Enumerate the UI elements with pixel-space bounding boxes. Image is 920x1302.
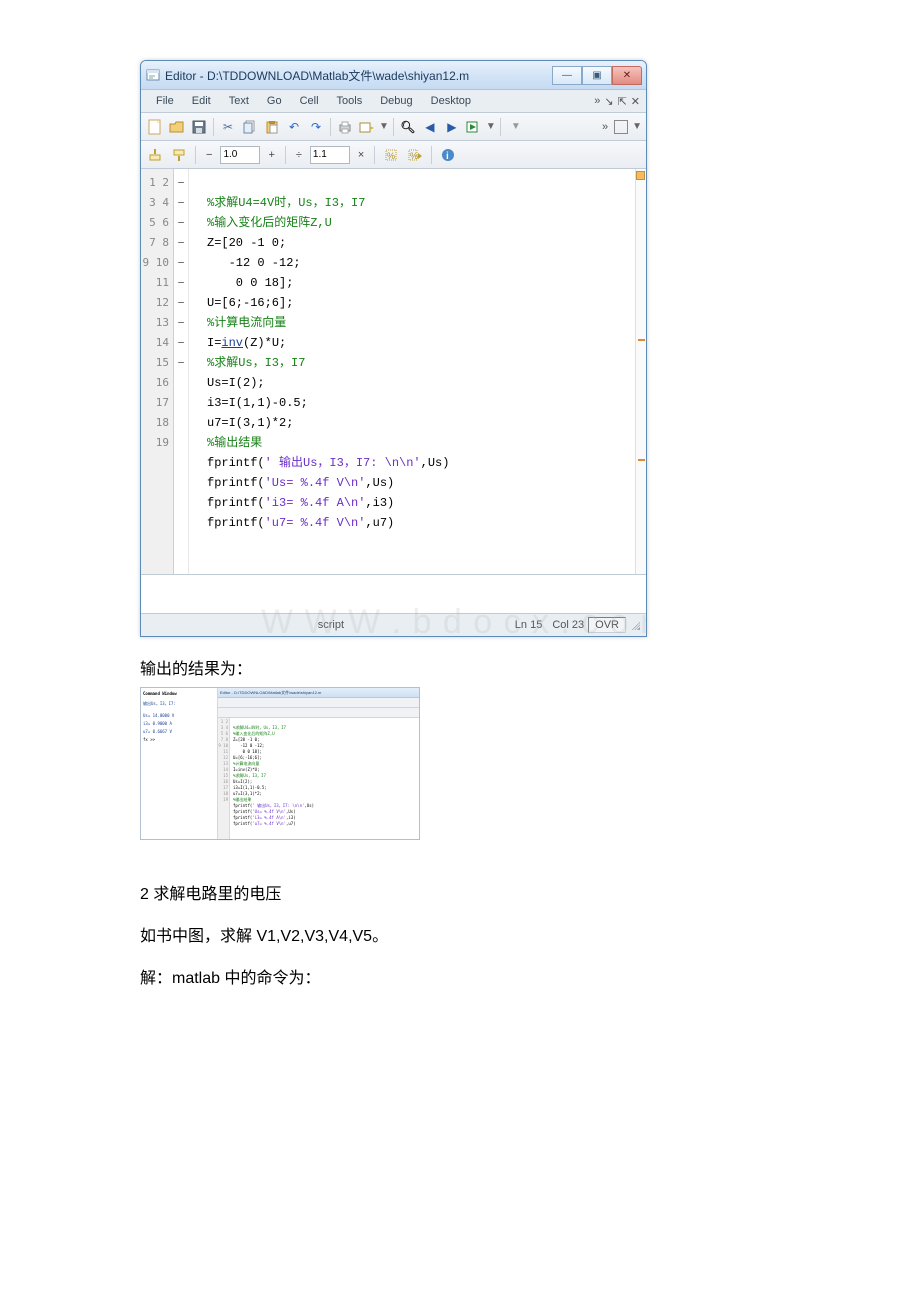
menu-edit[interactable]: Edit xyxy=(183,93,220,109)
code-editor[interactable]: %求解U4=4V时，Us，I3，I7 %输入变化后的矩阵Z,U Z=[20 -1… xyxy=(189,169,646,574)
cell-times-icon[interactable]: × xyxy=(354,149,368,161)
cell-toolbar: − + ÷ × % % i xyxy=(141,141,646,169)
status-mode: OVR xyxy=(588,617,626,633)
svg-text:%: % xyxy=(387,151,395,161)
svg-text:i: i xyxy=(446,151,449,162)
run-dropdown-icon[interactable]: ▼ xyxy=(486,121,496,132)
thumb-cmd-line: 输出Us，I3，I7: xyxy=(143,700,215,708)
eval-cell-icon[interactable]: % xyxy=(381,145,401,165)
window-title: Editor - D:\TDDOWNLOAD\Matlab文件\wade\shi… xyxy=(165,67,552,84)
code-marker-icon[interactable] xyxy=(638,459,645,461)
thumb-cmd-line: i3= 0.9000 A xyxy=(143,720,215,728)
menu-go[interactable]: Go xyxy=(258,93,291,109)
thumb-cmd-header: Command Window xyxy=(143,690,215,698)
fold-column[interactable]: − − − − − − − − − − xyxy=(174,169,189,574)
code-warning-indicator[interactable] xyxy=(636,171,645,180)
doc-line-problem: 2 求解电路里的电压 xyxy=(140,880,790,904)
thumb-toolbar2 xyxy=(218,708,419,718)
close-panel-icon[interactable]: ✕ xyxy=(631,95,640,108)
menu-more-icon[interactable]: » xyxy=(594,95,600,107)
paste-icon[interactable] xyxy=(262,117,282,137)
app-icon xyxy=(145,67,161,83)
thumb-prompt: fx >> xyxy=(143,736,215,744)
open-file-icon[interactable] xyxy=(167,117,187,137)
toolbar-more-icon[interactable]: » xyxy=(602,121,608,133)
svg-text:%: % xyxy=(410,151,418,161)
title-bar[interactable]: Editor - D:\TDDOWNLOAD\Matlab文件\wade\shi… xyxy=(141,61,646,90)
menu-cell[interactable]: Cell xyxy=(291,93,328,109)
cell-factor2-input[interactable] xyxy=(310,146,350,164)
cell-insert-above-icon[interactable] xyxy=(145,145,165,165)
doc-line-solution: 解：matlab 中的命令为： xyxy=(140,964,790,988)
thumbnail-screenshot: Command Window 输出Us，I3，I7: Us= 14.0000 V… xyxy=(140,687,420,840)
thumb-cmd-line: u7= 0.6667 V xyxy=(143,728,215,736)
cell-factor-input[interactable] xyxy=(220,146,260,164)
status-ln: 15 xyxy=(530,619,542,631)
minimize-button[interactable]: — xyxy=(552,66,582,85)
cut-icon[interactable]: ✂ xyxy=(218,117,238,137)
resize-grip-icon[interactable] xyxy=(630,620,640,630)
maximize-button[interactable]: ▣ xyxy=(582,66,612,85)
find-icon[interactable]: 🔍︎ xyxy=(398,117,418,137)
main-toolbar: ✂ ↶ ↷ ▼ 🔍︎ ◀ ▶ ▼ ▼ » ▼ xyxy=(141,113,646,141)
status-col: 23 xyxy=(572,619,584,631)
thumb-code: %求解U4=4V时，Us，I3，I7 %输入变化后的矩阵Z,U Z=[20 -1… xyxy=(230,718,419,839)
help-icon[interactable]: i xyxy=(438,145,458,165)
code-area[interactable]: 1 2 3 4 5 6 7 8 9 10 11 12 13 14 15 16 1… xyxy=(141,169,646,575)
toolbar-box-icon[interactable] xyxy=(614,120,628,134)
new-file-icon[interactable] xyxy=(145,117,165,137)
status-script: script xyxy=(147,619,515,631)
cell-plus-icon[interactable]: + xyxy=(264,149,278,161)
dock-arrow-icon[interactable]: ↘ xyxy=(604,95,613,108)
menu-file[interactable]: File xyxy=(147,93,183,109)
doc-line-output: 输出的结果为： xyxy=(140,655,790,679)
code-marker-icon[interactable] xyxy=(638,339,645,341)
redo-icon[interactable]: ↷ xyxy=(306,117,326,137)
thumb-toolbar xyxy=(218,698,419,708)
eval-advance-icon[interactable]: % xyxy=(405,145,425,165)
menu-bar: File Edit Text Go Cell Tools Debug Deskt… xyxy=(141,90,646,113)
toolbar-box-dropdown-icon[interactable]: ▼ xyxy=(632,121,642,132)
nav-back-icon[interactable]: ◀ xyxy=(420,117,440,137)
status-bar: script Ln 15 Col 23 OVR xyxy=(141,613,646,636)
close-button[interactable]: ✕ xyxy=(612,66,642,85)
menu-text[interactable]: Text xyxy=(220,93,258,109)
publish-icon[interactable] xyxy=(357,117,377,137)
thumb-title-bar: Editor - D:\TDDOWNLOAD\Matlab文件\wade\shi… xyxy=(218,688,419,698)
editor-window: Editor - D:\TDDOWNLOAD\Matlab文件\wade\shi… xyxy=(140,60,647,637)
cell-div-icon[interactable]: ÷ xyxy=(292,149,306,161)
undo-icon[interactable]: ↶ xyxy=(284,117,304,137)
undock-icon[interactable]: ⇱ xyxy=(618,95,627,108)
toolbar-dropdown-icon[interactable]: ▼ xyxy=(505,121,527,132)
copy-icon[interactable] xyxy=(240,117,260,137)
dropdown-icon[interactable]: ▼ xyxy=(379,121,389,132)
save-file-icon[interactable] xyxy=(189,117,209,137)
cell-minus-icon[interactable]: − xyxy=(202,149,216,161)
menu-debug[interactable]: Debug xyxy=(371,93,421,109)
line-gutter: 1 2 3 4 5 6 7 8 9 10 11 12 13 14 15 16 1… xyxy=(141,169,174,574)
menu-desktop[interactable]: Desktop xyxy=(422,93,480,109)
doc-line-figure: 如书中图，求解 V1,V2,V3,V4,V5。 xyxy=(140,922,790,946)
run-icon[interactable] xyxy=(464,117,484,137)
menu-tools[interactable]: Tools xyxy=(328,93,372,109)
status-col-label: Col xyxy=(552,619,569,631)
thumb-command-window: Command Window 输出Us，I3，I7: Us= 14.0000 V… xyxy=(141,688,218,839)
thumb-title-text: Editor - D:\TDDOWNLOAD\Matlab文件\wade\shi… xyxy=(220,690,321,695)
thumb-cmd-line: Us= 14.0000 V xyxy=(143,712,215,720)
print-icon[interactable] xyxy=(335,117,355,137)
status-ln-label: Ln xyxy=(515,619,527,631)
marker-bar[interactable] xyxy=(635,169,646,574)
cell-insert-below-icon[interactable] xyxy=(169,145,189,165)
thumb-gutter: 1 2 3 4 5 6 7 8 9 10 11 12 13 14 15 16 1… xyxy=(218,718,230,839)
nav-fwd-icon[interactable]: ▶ xyxy=(442,117,462,137)
